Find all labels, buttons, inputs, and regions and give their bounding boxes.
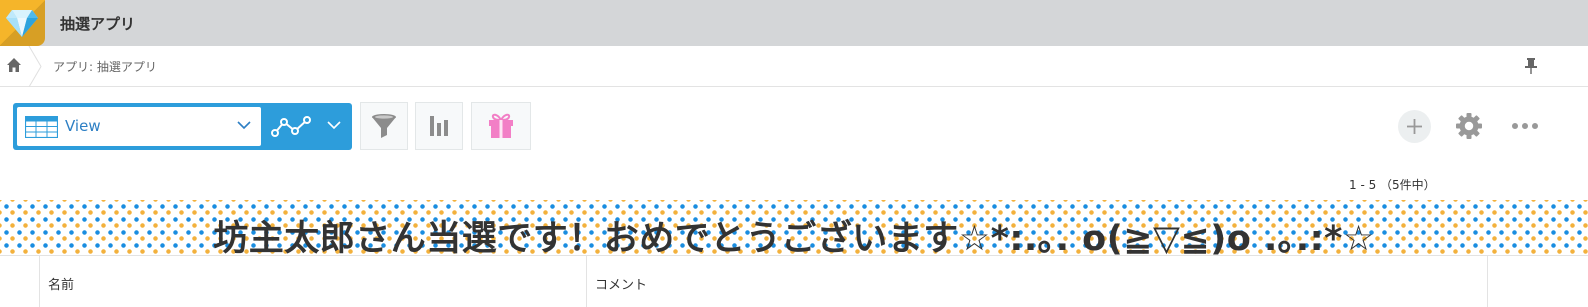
app-title: 抽選アプリ — [60, 15, 136, 33]
chevron-down-icon — [237, 121, 251, 130]
breadcrumb-separator — [28, 46, 42, 87]
line-graph-icon — [271, 116, 311, 137]
pagination-info: 1 - 5 （5件中） — [1349, 178, 1436, 192]
add-record-button[interactable] — [1398, 110, 1431, 143]
view-dropdown[interactable]: View — [17, 107, 261, 146]
diamond-icon — [6, 10, 38, 37]
table-icon — [25, 116, 58, 138]
chart-button[interactable] — [415, 102, 463, 150]
column-header-actions — [1487, 256, 1588, 307]
plus-icon — [1407, 119, 1422, 134]
winner-banner: 坊主太郎さん当選です！おめでとうございます☆*:.｡. o(≧▽≦)o .｡.:… — [0, 200, 1588, 259]
column-header-comment[interactable]: コメント — [586, 256, 1487, 307]
view-label: View — [65, 117, 101, 135]
winner-message: 坊主太郎さん当選です！おめでとうございます☆*:.｡. o(≧▽≦)o .｡.:… — [213, 219, 1375, 259]
app-header: 抽選アプリ — [0, 0, 1588, 46]
column-header-name[interactable]: 名前 — [39, 256, 586, 307]
filter-button[interactable] — [360, 102, 408, 150]
ellipsis-icon[interactable] — [1511, 119, 1539, 133]
bar-chart-icon — [430, 116, 448, 136]
home-icon — [7, 58, 21, 72]
app-icon[interactable] — [0, 0, 45, 46]
breadcrumb-app-link[interactable]: アプリ: 抽選アプリ — [53, 58, 157, 75]
view-selector: View — [13, 103, 352, 150]
column-header-label: コメント — [595, 278, 648, 293]
breadcrumb: アプリ: 抽選アプリ — [0, 46, 1588, 87]
column-header-label: 名前 — [48, 278, 75, 293]
gift-icon — [489, 113, 513, 138]
table-header: 名前 コメント — [0, 255, 1588, 307]
funnel-icon — [372, 114, 396, 138]
lottery-gift-button[interactable] — [471, 102, 531, 150]
chevron-down-icon — [327, 121, 341, 130]
pin-icon[interactable] — [1522, 56, 1540, 76]
graph-menu-button[interactable] — [265, 103, 352, 150]
gear-icon[interactable] — [1455, 112, 1483, 140]
